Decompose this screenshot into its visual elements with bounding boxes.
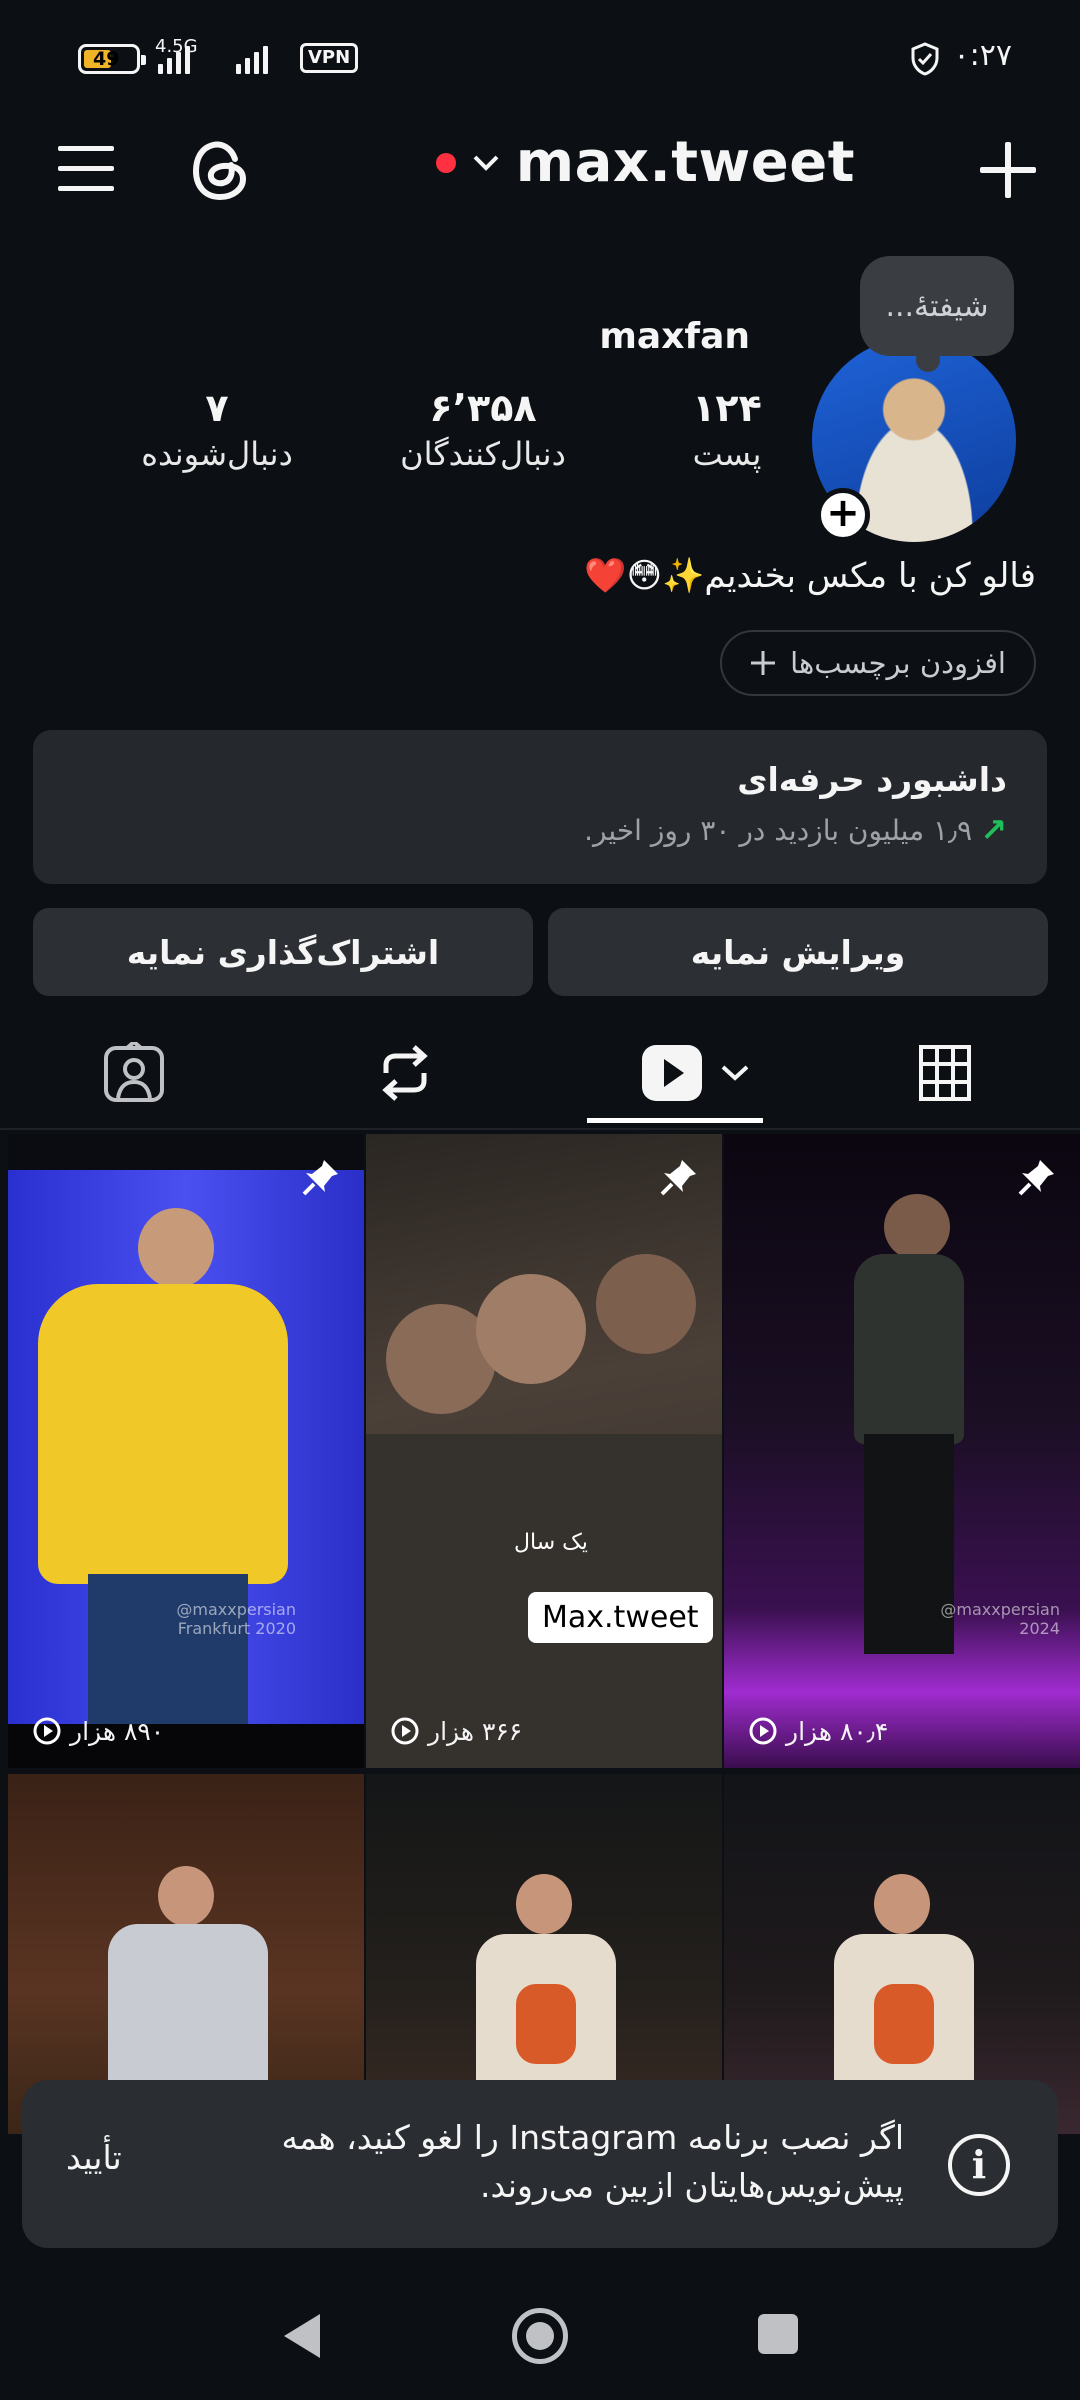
signal-icon-2 bbox=[236, 44, 268, 74]
tab-grid[interactable] bbox=[885, 1028, 1005, 1118]
system-navigation-bar bbox=[0, 2270, 1080, 2400]
tab-tagged[interactable] bbox=[74, 1028, 194, 1118]
plus-small-icon bbox=[751, 651, 776, 675]
chevron-down-icon bbox=[721, 1065, 749, 1081]
views-count: ۸۰٫۴ هزار bbox=[748, 1716, 888, 1746]
hamburger-icon[interactable] bbox=[56, 142, 116, 194]
pin-icon bbox=[660, 1160, 696, 1196]
edit-profile-button[interactable]: ویرایش نمایه bbox=[548, 908, 1048, 996]
followers-count: ۶٬۳۵۸ bbox=[429, 386, 537, 430]
share-profile-label: اشتراک‌گذاری نمایه bbox=[126, 932, 440, 972]
threads-icon[interactable] bbox=[188, 138, 252, 202]
grid-icon bbox=[919, 1045, 971, 1101]
reel-caption-small: یک سال bbox=[514, 1530, 588, 1555]
reels-icon bbox=[642, 1045, 702, 1101]
edit-profile-label: ویرایش نمایه bbox=[690, 932, 906, 972]
watermark: @maxxpersian 2024 bbox=[940, 1600, 1060, 1638]
confirm-button[interactable]: تأیید bbox=[66, 2138, 122, 2177]
note-text: شیفتهٔ... bbox=[885, 288, 989, 324]
back-icon[interactable] bbox=[284, 2314, 320, 2358]
uninstall-warning-toast: i اگر نصب برنامه Instagram را لغو کنید، … bbox=[22, 2080, 1058, 2248]
views-count: ۳۶۶ هزار bbox=[390, 1716, 522, 1746]
repost-icon bbox=[382, 1045, 428, 1101]
reel-thumbnail[interactable]: @maxxpersian 2024 ۸۰٫۴ هزار bbox=[724, 1134, 1080, 1768]
tab-reposts[interactable] bbox=[345, 1028, 465, 1118]
views-value: ۸۰٫۴ هزار bbox=[786, 1716, 889, 1746]
recents-icon[interactable] bbox=[758, 2314, 798, 2354]
professional-dashboard[interactable]: داشبورد حرفه‌ای ↗ ۱٫۹ میلیون بازدید در ۳… bbox=[33, 730, 1047, 884]
chevron-down-icon bbox=[473, 155, 499, 171]
vpn-badge: VPN bbox=[300, 43, 359, 73]
stat-posts[interactable]: ۱۲۴ پست bbox=[662, 384, 792, 476]
trend-up-icon: ↗ bbox=[980, 811, 1007, 849]
toast-message: اگر نصب برنامه Instagram را لغو کنید، هم… bbox=[281, 2118, 904, 2205]
content-tabs bbox=[0, 1010, 1080, 1130]
reel-thumbnail[interactable]: یک سال Max.tweet ۳۶۶ هزار bbox=[366, 1134, 722, 1768]
dashboard-subtitle: ۱٫۹ میلیون بازدید در ۳۰ روز اخیر. bbox=[584, 813, 973, 847]
watermark: @maxxpersian Frankfurt 2020 bbox=[176, 1600, 296, 1638]
stat-following[interactable]: ۷ دنبال‌شونده bbox=[132, 384, 302, 476]
tab-reels[interactable] bbox=[620, 1028, 770, 1118]
notification-dot bbox=[435, 152, 456, 173]
tagged-icon bbox=[104, 1042, 164, 1102]
reels-views-icon bbox=[749, 1717, 777, 1745]
following-count: ۷ bbox=[205, 386, 229, 430]
views-count: ۸۹۰ هزار bbox=[32, 1716, 164, 1746]
battery-level: 49 bbox=[93, 48, 120, 70]
battery-icon: 49 bbox=[78, 44, 146, 74]
plus-icon[interactable] bbox=[976, 138, 1040, 202]
pin-icon bbox=[302, 1160, 338, 1196]
reel-caption-box: Max.tweet bbox=[528, 1592, 713, 1643]
dashboard-subtitle-row: ↗ ۱٫۹ میلیون بازدید در ۳۰ روز اخیر. bbox=[73, 811, 1007, 849]
display-name: maxfan bbox=[599, 316, 750, 357]
views-value: ۸۹۰ هزار bbox=[70, 1716, 165, 1746]
profile-header: max.tweet bbox=[0, 118, 1080, 218]
pin-icon bbox=[1018, 1160, 1054, 1196]
add-tags-label: افزودن برچسب‌ها bbox=[790, 646, 1006, 680]
account-switcher[interactable]: max.tweet bbox=[435, 130, 855, 195]
add-story-icon[interactable]: + bbox=[816, 488, 870, 542]
followers-label: دنبال‌کنندگان bbox=[400, 435, 566, 473]
following-label: دنبال‌شونده bbox=[141, 435, 293, 473]
note-bubble[interactable]: شیفتهٔ... bbox=[860, 256, 1014, 372]
add-tags-button[interactable]: افزودن برچسب‌ها bbox=[720, 630, 1036, 696]
info-icon: i bbox=[948, 2134, 1010, 2196]
clock: ۰:۲۷ bbox=[953, 38, 1012, 73]
home-icon[interactable] bbox=[512, 2308, 568, 2364]
profile-username: max.tweet bbox=[515, 130, 855, 195]
reels-views-icon bbox=[33, 1717, 61, 1745]
share-profile-button[interactable]: اشتراک‌گذاری نمایه bbox=[33, 908, 533, 996]
stat-followers[interactable]: ۶٬۳۵۸ دنبال‌کنندگان bbox=[388, 384, 578, 476]
profile-avatar[interactable]: + bbox=[812, 338, 1016, 542]
views-value: ۳۶۶ هزار bbox=[428, 1716, 523, 1746]
status-bar: 49 4.5G VPN ۰:۲۷ bbox=[0, 0, 1080, 118]
posts-count: ۱۲۴ bbox=[692, 386, 762, 430]
profile-bio: فالو کن با مکس بخندیم✨😳❤️ bbox=[584, 556, 1036, 596]
reels-grid: @maxxpersian 2024 ۸۰٫۴ هزار یک سال Max.t… bbox=[0, 1134, 1080, 2134]
dashboard-title: داشبورد حرفه‌ای bbox=[737, 760, 1007, 799]
posts-label: پست bbox=[692, 435, 762, 473]
reels-views-icon bbox=[391, 1717, 419, 1745]
signal-icon bbox=[158, 44, 190, 74]
active-tab-indicator bbox=[587, 1118, 763, 1123]
reel-thumbnail[interactable]: @maxxpersian Frankfurt 2020 ۸۹۰ هزار bbox=[8, 1134, 364, 1768]
shield-icon bbox=[911, 42, 939, 76]
